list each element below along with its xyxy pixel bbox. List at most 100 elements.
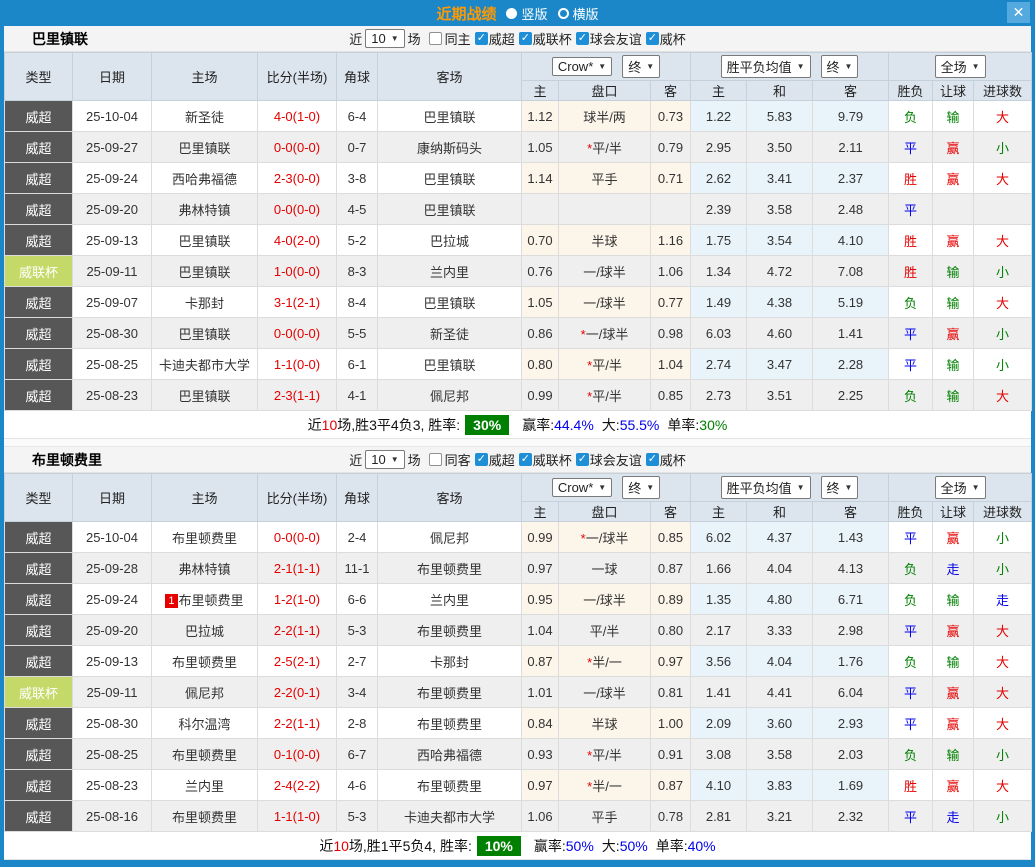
home-team-cell: 巴里镇联 bbox=[152, 256, 258, 287]
layout-option-vertical[interactable]: 竖版 bbox=[506, 4, 547, 23]
result-header: 全场▼ bbox=[889, 474, 1032, 502]
final-odds-select[interactable]: 终▼ bbox=[622, 55, 660, 78]
score-cell: 0-1(0-0) bbox=[258, 739, 337, 770]
mean-away-odds: 2.32 bbox=[813, 801, 889, 832]
select-value: 胜平负均值 bbox=[727, 57, 792, 76]
mean-home-odds: 2.09 bbox=[691, 708, 747, 739]
close-button[interactable]: ✕ bbox=[1007, 2, 1030, 23]
final-odds-select[interactable]: 终▼ bbox=[821, 476, 859, 499]
league-type-cell: 威超 bbox=[5, 522, 73, 553]
mean-draw-odds: 3.21 bbox=[747, 801, 813, 832]
select-value: 终 bbox=[628, 478, 641, 497]
away-team-cell: 巴里镇联 bbox=[378, 287, 522, 318]
big-rate-label: 大: bbox=[602, 836, 620, 856]
mean-draw-odds: 4.72 bbox=[747, 256, 813, 287]
radio-selected-icon bbox=[506, 8, 517, 19]
mean-odds-select[interactable]: 胜平负均值 ▼ bbox=[721, 476, 811, 499]
final-odds-select[interactable]: 终▼ bbox=[622, 476, 660, 499]
home-team-cell: 巴拉城 bbox=[152, 615, 258, 646]
handicap-result-cell: 赢 bbox=[933, 522, 974, 553]
col-header-mean-away: 客 bbox=[813, 502, 889, 522]
chevron-down-icon: ▼ bbox=[598, 62, 606, 71]
mean-draw-odds: 3.33 bbox=[747, 615, 813, 646]
select-value: 终 bbox=[827, 57, 840, 76]
away-team-cell: 西哈弗福德 bbox=[378, 739, 522, 770]
mean-home-odds: 1.22 bbox=[691, 101, 747, 132]
away-team-cell: 布里顿费里 bbox=[378, 615, 522, 646]
league-checkbox-wsl[interactable] bbox=[475, 32, 488, 45]
handicap-result-cell: 赢 bbox=[933, 318, 974, 349]
league-checkbox-wcup[interactable] bbox=[646, 453, 659, 466]
handicap-home-odds: 0.97 bbox=[522, 770, 559, 801]
select-value: 10 bbox=[371, 452, 385, 467]
same-home-checkbox[interactable] bbox=[429, 32, 442, 45]
league-checkbox-friendly[interactable] bbox=[576, 32, 589, 45]
panel-content: 巴里镇联 近 10▼ 场 同主 威超 威联杯 球会友谊 威杯 bbox=[0, 26, 1035, 860]
home-team-cell: 弗林特镇 bbox=[152, 194, 258, 225]
win-rate-badge: 10% bbox=[477, 836, 521, 856]
handicap-result-cell: 赢 bbox=[933, 677, 974, 708]
single-rate-value: 30% bbox=[699, 417, 727, 433]
league-checkbox-wcup[interactable] bbox=[646, 32, 659, 45]
date-cell: 25-09-28 bbox=[73, 553, 152, 584]
panel-bottom-border bbox=[0, 860, 1035, 867]
handicap-away-odds: 0.85 bbox=[651, 380, 691, 411]
match-count-select[interactable]: 10▼ bbox=[365, 450, 404, 469]
result-cell: 平 bbox=[889, 349, 933, 380]
near-label: 近 bbox=[349, 29, 362, 48]
final-odds-select[interactable]: 终▼ bbox=[821, 55, 859, 78]
bookmaker-select[interactable]: Crow*▼ bbox=[552, 57, 612, 76]
handicap-line-cell: 平/半 bbox=[559, 615, 651, 646]
match-row: 威超25-09-13布里顿费里2-5(2-1)2-7卡那封0.87*半/一0.9… bbox=[5, 646, 1032, 677]
league-label: 威联杯 bbox=[533, 29, 572, 48]
handicap-line-cell: *平/半 bbox=[559, 132, 651, 163]
handicap-home-odds: 1.06 bbox=[522, 801, 559, 832]
col-header-away: 客场 bbox=[378, 474, 522, 522]
panel-title: 近期战绩 bbox=[436, 3, 496, 24]
select-value: 胜平负均值 bbox=[727, 478, 792, 497]
date-cell: 25-08-30 bbox=[73, 318, 152, 349]
chevron-down-icon: ▼ bbox=[797, 483, 805, 492]
col-header-home: 主场 bbox=[152, 53, 258, 101]
handicap-result-cell: 走 bbox=[933, 553, 974, 584]
layout-option-horizontal[interactable]: 横版 bbox=[558, 4, 599, 23]
col-header-result: 胜负 bbox=[889, 81, 933, 101]
home-team-cell: 1布里顿费里 bbox=[152, 584, 258, 615]
league-label: 威杯 bbox=[660, 450, 686, 469]
title-group: 近期战绩 竖版 横版 bbox=[436, 3, 598, 24]
league-checkbox-wlc[interactable] bbox=[519, 32, 532, 45]
goals-result-cell: 大 bbox=[974, 380, 1032, 411]
corner-cell: 5-2 bbox=[337, 225, 378, 256]
league-checkbox-friendly[interactable] bbox=[576, 453, 589, 466]
chevron-down-icon: ▼ bbox=[845, 62, 853, 71]
same-away-checkbox[interactable] bbox=[429, 453, 442, 466]
single-rate-label: 单率: bbox=[667, 415, 699, 435]
home-team-cell: 巴里镇联 bbox=[152, 225, 258, 256]
mean-odds-select[interactable]: 胜平负均值▼ bbox=[721, 55, 811, 78]
league-type-cell: 威超 bbox=[5, 163, 73, 194]
handicap-away-odds: 0.98 bbox=[651, 318, 691, 349]
match-row: 威超25-09-13巴里镇联4-0(2-0)5-2巴拉城0.70半球1.161.… bbox=[5, 225, 1032, 256]
league-checkbox-wsl[interactable] bbox=[475, 453, 488, 466]
select-value: 全场 bbox=[941, 57, 967, 76]
handicap-home-odds: 0.95 bbox=[522, 584, 559, 615]
col-header-score: 比分(半场) bbox=[258, 474, 337, 522]
full-match-select[interactable]: 全场▼ bbox=[935, 476, 986, 499]
bookmaker-select[interactable]: Crow*▼ bbox=[552, 478, 612, 497]
mean-home-odds: 2.73 bbox=[691, 380, 747, 411]
section2-filter-bar: 布里顿费里 近 10▼ 场 同客 威超 威联杯 球会友谊 威杯 bbox=[4, 447, 1031, 473]
match-count-select[interactable]: 10▼ bbox=[365, 29, 404, 48]
summary-record: 场,胜1平5负4, 胜率: bbox=[349, 836, 472, 856]
handicap-home-odds: 1.14 bbox=[522, 163, 559, 194]
league-checkbox-wlc[interactable] bbox=[519, 453, 532, 466]
match-row: 威超25-09-241布里顿费里1-2(1-0)6-6兰内里0.95一/球半0.… bbox=[5, 584, 1032, 615]
mean-away-odds: 1.76 bbox=[813, 646, 889, 677]
date-cell: 25-09-11 bbox=[73, 677, 152, 708]
date-cell: 25-10-04 bbox=[73, 522, 152, 553]
full-match-select[interactable]: 全场▼ bbox=[935, 55, 986, 78]
mean-draw-odds: 3.60 bbox=[747, 708, 813, 739]
chevron-down-icon: ▼ bbox=[972, 483, 980, 492]
mean-draw-odds: 4.41 bbox=[747, 677, 813, 708]
league-type-cell: 威超 bbox=[5, 101, 73, 132]
col-header-result: 胜负 bbox=[889, 502, 933, 522]
